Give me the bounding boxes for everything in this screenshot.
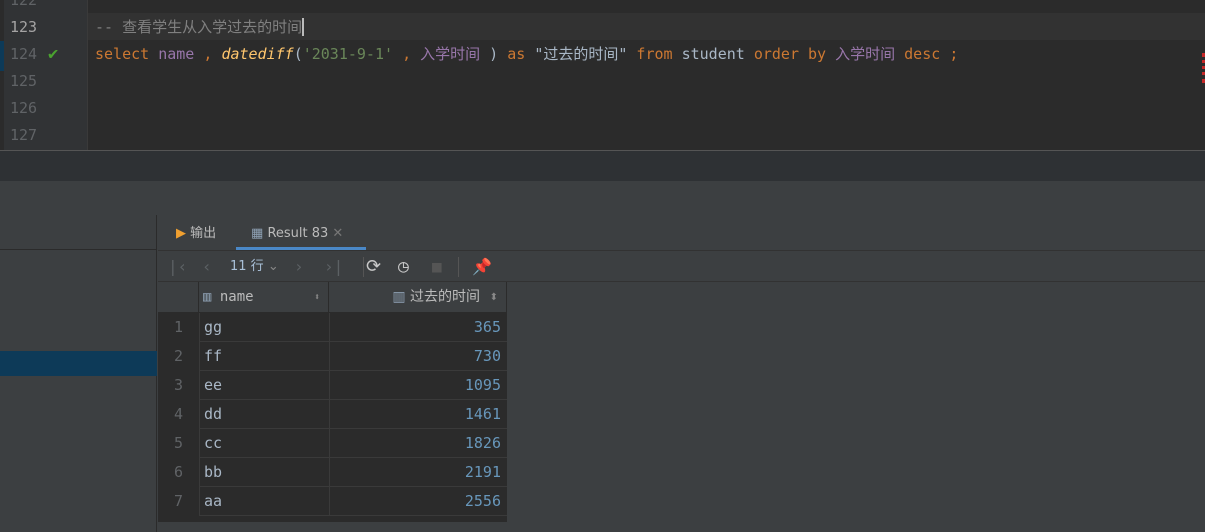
change-marker [0,41,4,71]
row-count-dropdown[interactable]: 11 行 ⌄ [230,251,279,283]
divider [0,249,157,250]
kw: order [753,45,799,63]
cell-days[interactable]: 2191 [329,458,507,487]
table-icon: ▦ [251,226,264,241]
table-row[interactable]: 7 aa 2556 [158,487,507,516]
cell-name[interactable]: aa [199,487,329,516]
refresh-icon[interactable]: ⟳ [366,251,381,283]
corner-cell [158,282,199,313]
kw: select [95,45,150,63]
row-number: 3 [158,371,199,400]
ident: 入学时间 [835,45,896,63]
punct: ; [949,45,959,63]
history-icon[interactable]: ◷ [398,251,409,283]
stop-icon[interactable]: ■ [432,251,442,283]
cell-name[interactable]: ff [199,342,329,371]
divider [363,257,364,277]
cell-name[interactable]: dd [199,400,329,429]
editor-bottom-bar [0,150,1205,181]
text-cursor [302,18,305,36]
column-title: name [219,289,254,305]
cell-name[interactable]: cc [199,429,329,458]
table-row[interactable]: 5 cc 1826 [158,429,507,458]
row-number: 4 [158,400,199,429]
ident: name [158,45,195,63]
table-row[interactable]: 3 ee 1095 [158,371,507,400]
selected-tree-item[interactable] [0,351,157,376]
column-title: 过去的时间 [410,289,480,305]
kw: as [507,45,526,63]
punct: , [402,45,412,63]
line-gutter: 122 123 124 125 126 127 [4,0,88,150]
tab-result[interactable]: ▦ Result 83 ✕ [236,215,366,250]
services-tree[interactable] [0,215,157,532]
punct: ( [293,45,303,63]
punct: , [203,45,213,63]
column-icon: ▥ [392,289,406,305]
line-number: 125 [10,72,38,90]
table-row[interactable]: 4 dd 1461 [158,400,507,429]
row-number: 5 [158,429,199,458]
close-icon[interactable]: ✕ [332,226,343,241]
cell-days[interactable]: 1461 [329,400,507,429]
sql-editor[interactable]: 122 123 124 125 126 127 ✔ -- 查看学生从入学过去的时… [0,0,1205,150]
cell-days[interactable]: 1826 [329,429,507,458]
row-number: 1 [158,313,199,342]
horizontal-scrollbar[interactable] [158,522,1205,532]
chevron-down-icon: ⌄ [267,259,279,274]
column-header-name[interactable]: ▥ name ⬍ [199,282,329,313]
table-name: student [681,45,745,63]
prev-page-icon[interactable]: ‹ [202,251,212,283]
result-grid[interactable]: ▥ name ⬍ ▥ 过去的时间 ⬍ 1 gg 365 2 ff 730 3 ee 1095 4 dd 1… [158,282,507,532]
line-number: 123 [10,18,38,36]
cell-days[interactable]: 2556 [329,487,507,516]
cell-days[interactable]: 730 [329,342,507,371]
results-panel: ▶ 输出 ▦ Result 83 ✕ |‹ ‹ 11 行 ⌄ › ›| ⟳ ◷ … [158,215,1205,532]
line-number: 124 [10,45,38,63]
column-header-days[interactable]: ▥ 过去的时间 ⬍ [329,282,507,313]
punct: ) [489,45,499,63]
last-page-icon[interactable]: ›| [324,251,343,283]
comment: -- 查看学生从入学过去的时间 [95,18,303,36]
alias: "过去的时间" [534,45,628,63]
table-row[interactable]: 2 ff 730 [158,342,507,371]
line-number: 126 [10,99,38,117]
code-line-query[interactable]: select name , datediff('2031-9-1' , 入学时间… [95,41,958,68]
code-line-comment[interactable]: -- 查看学生从入学过去的时间 [95,14,305,41]
row-count: 11 行 [230,259,264,274]
column-icon: ▥ [203,289,212,305]
cell-days[interactable]: 365 [329,313,507,342]
check-icon: ✔ [48,44,59,64]
sort-icon[interactable]: ⬍ [490,282,498,313]
kw: by [808,45,827,63]
output-icon: ▶ [176,226,186,241]
line-number: 127 [10,126,38,144]
cell-name[interactable]: gg [199,313,329,342]
tab-label: Result 83 [267,226,329,241]
cell-name[interactable]: bb [199,458,329,487]
row-number: 7 [158,487,199,516]
ident: 入学时间 [420,45,481,63]
table-row[interactable]: 1 gg 365 [158,313,507,342]
function: datediff [221,45,294,63]
kw: desc [904,45,941,63]
string: '2031-9-1' [302,45,394,63]
tab-output[interactable]: ▶ 输出 [176,215,216,250]
results-toolbar: |‹ ‹ 11 行 ⌄ › ›| ⟳ ◷ ■ 📌 [158,250,1205,282]
pin-icon[interactable]: 📌 [472,251,492,283]
cell-days[interactable]: 1095 [329,371,507,400]
row-number: 6 [158,458,199,487]
sort-icon[interactable]: ⬍ [314,282,320,313]
kw: from [636,45,673,63]
cell-name[interactable]: ee [199,371,329,400]
line-number: 122 [10,0,38,9]
tab-label: 输出 [190,226,217,241]
divider [458,257,459,277]
table-row[interactable]: 6 bb 2191 [158,458,507,487]
next-page-icon[interactable]: › [294,251,304,283]
first-page-icon[interactable]: |‹ [168,251,187,283]
row-number: 2 [158,342,199,371]
